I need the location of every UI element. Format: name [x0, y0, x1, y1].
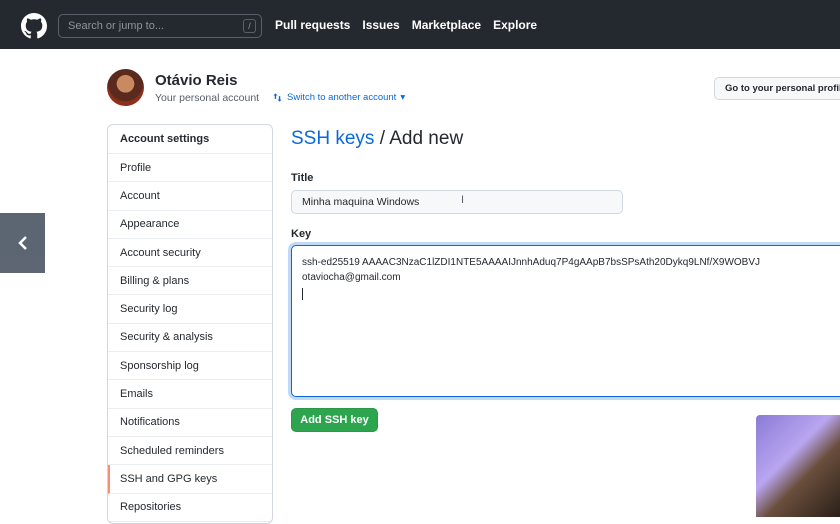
sidebar-heading: Account settings	[108, 125, 272, 154]
switch-account-label: Switch to another account	[287, 92, 397, 103]
sidebar-item-appearance[interactable]: Appearance	[108, 211, 272, 239]
webcam-overlay	[756, 415, 840, 517]
sidebar-item-ssh-gpg-keys[interactable]: SSH and GPG keys	[108, 465, 272, 494]
sidebar-item-sponsorship-log[interactable]: Sponsorship log	[108, 352, 272, 381]
sidebar-item-account[interactable]: Account	[108, 182, 272, 211]
search-input[interactable]: Search or jump to... /	[58, 14, 262, 38]
breadcrumb-separator: /	[374, 128, 390, 149]
sidebar-item-profile[interactable]: Profile	[108, 154, 272, 183]
key-textarea[interactable]: ssh-ed25519 AAAAC3NzaC1lZDI1NTE5AAAAIJnn…	[291, 245, 840, 397]
sidebar-item-notifications[interactable]: Notifications	[108, 409, 272, 437]
breadcrumb-current: Add new	[389, 128, 464, 149]
chevron-down-icon: ▾	[400, 92, 406, 103]
switch-account-link[interactable]: Switch to another account ▾	[272, 92, 405, 103]
top-navbar: Search or jump to... / Pull requests Iss…	[0, 0, 840, 49]
text-caret	[302, 288, 303, 300]
add-ssh-key-button[interactable]: Add SSH key	[291, 408, 378, 432]
sidebar-item-account-security[interactable]: Account security	[108, 239, 272, 268]
sidebar-item-repositories[interactable]: Repositories	[108, 494, 272, 522]
nav-explore[interactable]: Explore	[493, 18, 537, 32]
text-cursor-icon: I	[461, 194, 465, 206]
key-label: Key	[291, 228, 312, 240]
title-label: Title	[291, 172, 314, 184]
sidebar-item-emails[interactable]: Emails	[108, 380, 272, 409]
github-logo-icon[interactable]	[21, 13, 47, 39]
chevron-left-icon	[17, 236, 27, 250]
avatar[interactable]	[107, 69, 144, 106]
key-text-line-1: ssh-ed25519 AAAAC3NzaC1lZDI1NTE5AAAAIJnn…	[302, 257, 761, 268]
search-shortcut-key: /	[243, 19, 256, 33]
key-text-line-2: otaviocha@gmail.com	[302, 272, 401, 283]
back-arrow-button[interactable]	[0, 213, 45, 273]
sidebar-item-billing[interactable]: Billing & plans	[108, 267, 272, 296]
global-nav: Pull requests Issues Marketplace Explore	[275, 18, 537, 32]
sidebar-item-scheduled-reminders[interactable]: Scheduled reminders	[108, 437, 272, 466]
user-subtitle: Your personal account	[155, 92, 260, 104]
switch-arrows-icon	[273, 93, 282, 102]
sidebar-item-security-analysis[interactable]: Security & analysis	[108, 324, 272, 353]
settings-sidebar: Account settings Profile Account Appeara…	[107, 124, 273, 524]
nav-issues[interactable]: Issues	[362, 18, 399, 32]
breadcrumb-ssh-keys[interactable]: SSH keys	[291, 128, 374, 149]
personal-profile-button[interactable]: Go to your personal profile	[714, 77, 840, 100]
nav-marketplace[interactable]: Marketplace	[412, 18, 481, 32]
nav-pull-requests[interactable]: Pull requests	[275, 18, 350, 32]
sidebar-item-security-log[interactable]: Security log	[108, 295, 272, 324]
page-title: SSH keys / Add new	[291, 128, 463, 150]
title-input[interactable]: Minha maquina Windows	[291, 190, 623, 214]
search-placeholder: Search or jump to...	[68, 20, 164, 32]
user-name: Otávio Reis	[155, 72, 238, 89]
